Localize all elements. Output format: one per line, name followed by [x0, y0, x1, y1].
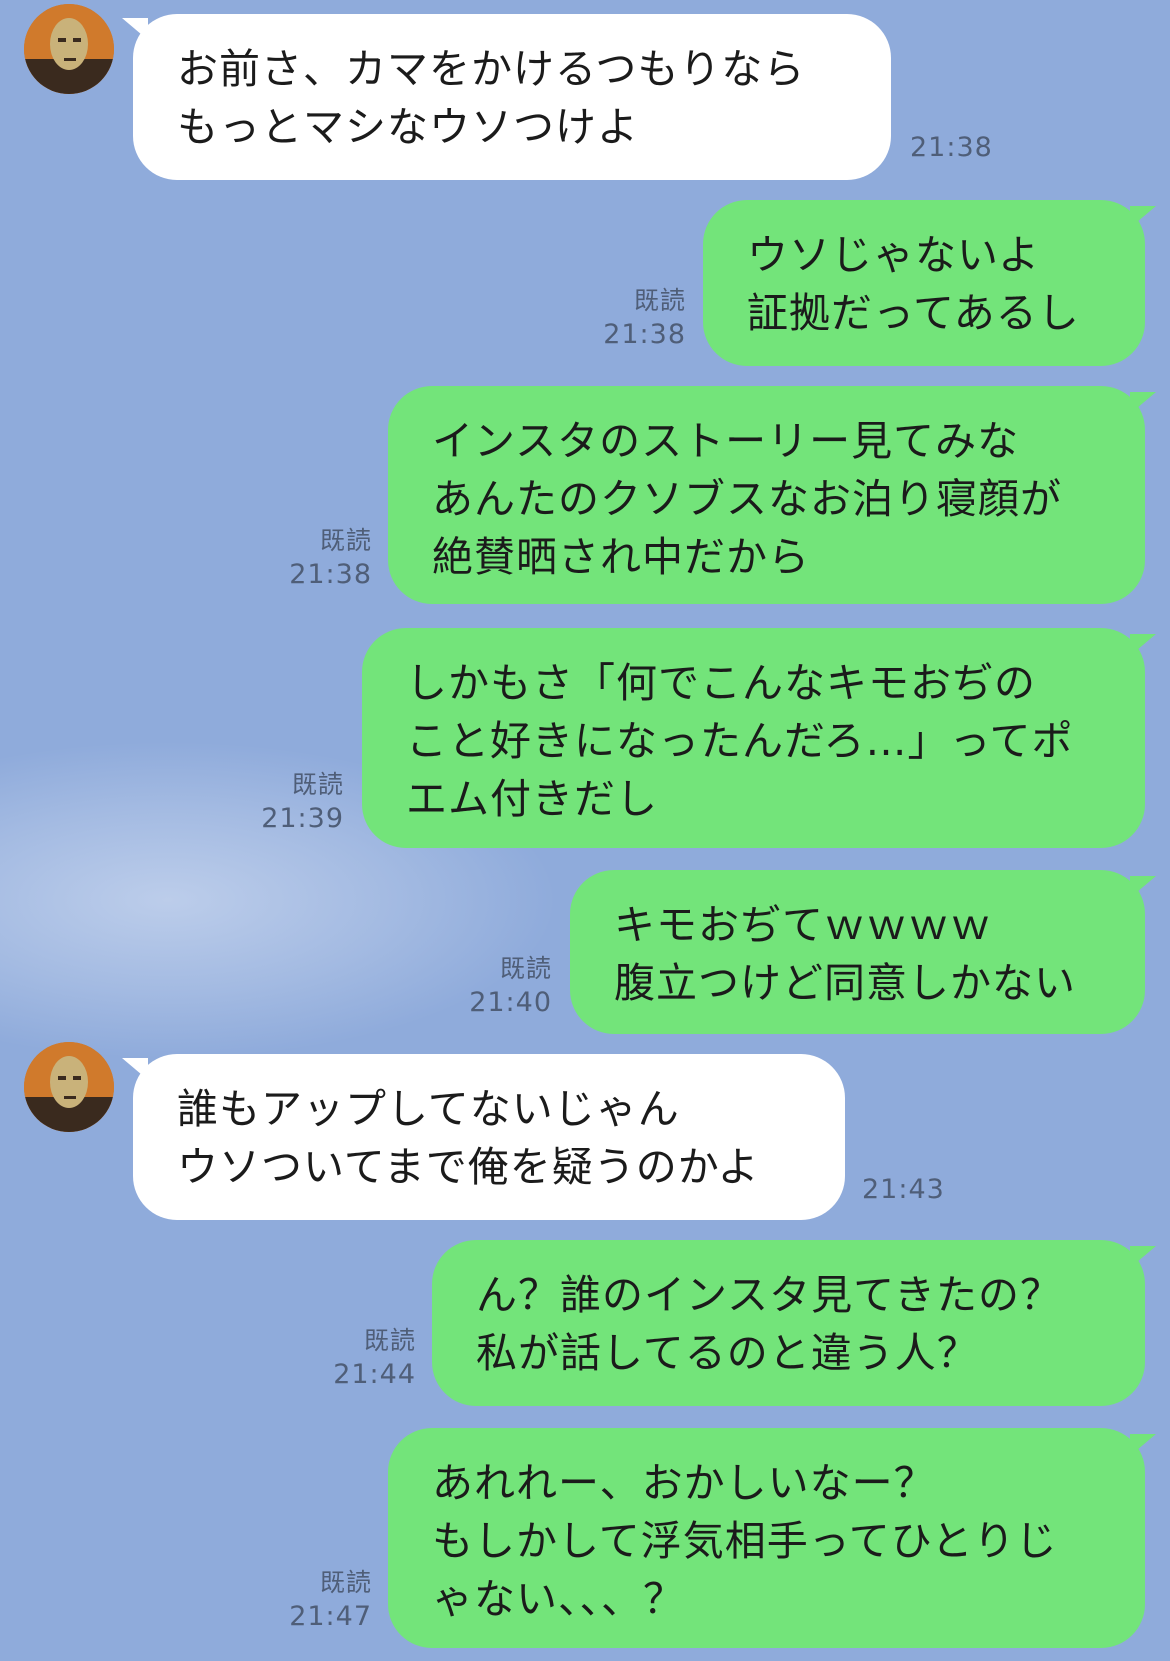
read-receipt: 既読	[633, 286, 686, 315]
read-receipt: 既読	[291, 770, 344, 799]
contact-avatar[interactable]	[24, 4, 114, 94]
bubble-tail	[1130, 634, 1156, 656]
message-time: 21:43	[862, 1174, 945, 1205]
bubble-tail	[1130, 392, 1156, 414]
message-time: 21:44	[333, 1359, 416, 1390]
message-meta: 既読 21:40	[469, 952, 552, 1020]
message-bubble-outgoing[interactable]: ん？誰のインスタ見てきたの？ 私が話してるのと違う人？	[432, 1240, 1145, 1406]
read-receipt: 既読	[363, 1326, 416, 1355]
message-time: 21:47	[289, 1601, 372, 1632]
message-meta: 既読 21:38	[289, 524, 372, 592]
message-meta: 既読 21:39	[261, 768, 344, 836]
read-receipt: 既読	[319, 1568, 372, 1597]
bubble-tail	[1130, 1246, 1156, 1268]
message-bubble-outgoing[interactable]: しかもさ「何でこんなキモおぢの こと好きになったんだろ…」ってポ エム付きだし	[362, 628, 1145, 848]
read-receipt: 既読	[499, 954, 552, 983]
message-meta: 既読 21:47	[289, 1566, 372, 1634]
message-bubble-outgoing[interactable]: インスタのストーリー見てみな あんたのクソブスなお泊り寝顔が 絶賛晒され中だから	[388, 386, 1145, 604]
message-bubble-outgoing[interactable]: あれれー、おかしいなー？ もしかして浮気相手ってひとりじ ゃない、、、？	[388, 1428, 1145, 1648]
bubble-tail	[1130, 876, 1156, 898]
message-bubble-outgoing[interactable]: キモおぢてｗｗｗｗ 腹立つけど同意しかない	[570, 870, 1145, 1034]
message-time: 21:38	[289, 559, 372, 590]
message-time: 21:38	[910, 132, 993, 163]
message-bubble-incoming[interactable]: お前さ、カマをかけるつもりなら もっとマシなウソつけよ	[133, 14, 891, 180]
bubble-tail	[1130, 1434, 1156, 1456]
read-receipt: 既読	[319, 526, 372, 555]
message-bubble-incoming[interactable]: 誰もアップしてないじゃん ウソついてまで俺を疑うのかよ	[133, 1054, 845, 1220]
message-time: 21:39	[261, 803, 344, 834]
message-meta: 既読 21:44	[333, 1324, 416, 1392]
message-time: 21:40	[469, 987, 552, 1018]
contact-avatar[interactable]	[24, 1042, 114, 1132]
message-time: 21:38	[603, 319, 686, 350]
message-bubble-outgoing[interactable]: ウソじゃないよ 証拠だってあるし	[703, 200, 1145, 366]
message-meta: 既読 21:38	[603, 284, 686, 352]
bubble-tail	[1130, 206, 1156, 228]
